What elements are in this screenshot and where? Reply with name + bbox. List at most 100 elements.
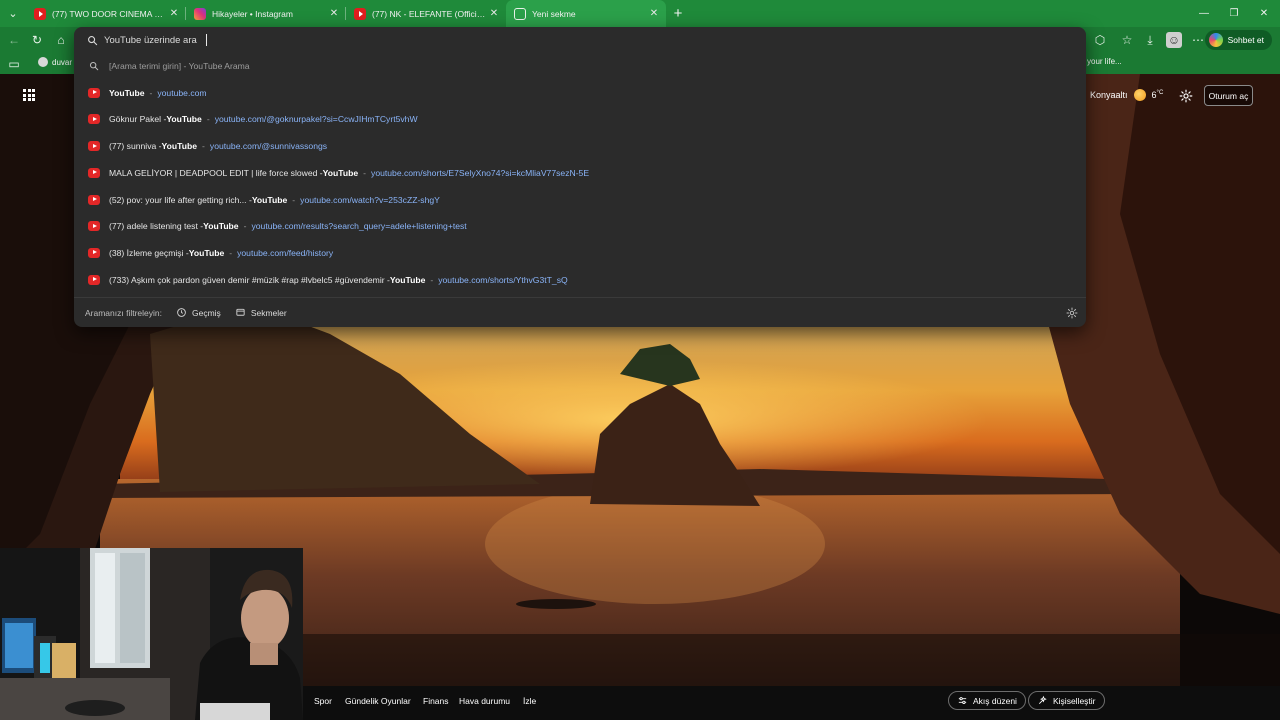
suggestion-text: YouTube (203, 221, 239, 232)
separator: - (430, 274, 434, 285)
site-favicon-icon (38, 57, 48, 67)
history-suggestion-row[interactable]: YouTube - youtube.com (74, 80, 1086, 106)
sign-in-button[interactable]: Oturum aç (1204, 85, 1253, 106)
favorite-label: your life... (1087, 57, 1122, 66)
search-icon (88, 35, 98, 45)
history-suggestion-row[interactable]: (77) sunniva - YouTube - youtube.com/@sunn… (74, 133, 1086, 159)
suggestion-text: (38) İzleme geçmişi - (109, 247, 189, 258)
settings-gear-icon[interactable] (1179, 89, 1193, 103)
maximize-button[interactable]: ❐ (1218, 0, 1250, 27)
new-tab-button[interactable]: + (666, 5, 690, 22)
suggestion-text: (77) adele listening test - (109, 221, 204, 232)
nav-casual-games[interactable]: Gündelik Oyunlar (345, 696, 411, 706)
youtube-icon (88, 87, 100, 98)
history-suggestion-row[interactable]: Göknur Pakel - YouTube - youtube.com/@gokn… (74, 106, 1086, 132)
suggestion-text: (52) pov: your life after getting rich..… (109, 194, 252, 205)
tab-close-button[interactable]: ✕ (648, 8, 660, 19)
favorite-item[interactable]: duvar (38, 57, 72, 67)
suggestion-url: youtube.com/results?search_query=adele+l… (251, 221, 467, 232)
filter-label: Aramanızı filtreleyin: (85, 307, 162, 318)
favorites-icon[interactable]: ☆ (1119, 32, 1135, 48)
suggestion-text: [Arama terimi girin] - YouTube Arama (109, 61, 250, 71)
sparkle-edit-icon (1038, 695, 1047, 705)
nav-weather[interactable]: Hava durumu (459, 696, 510, 706)
separator: - (229, 247, 233, 258)
suggestion-url: youtube.com/shorts/E7SelyXno74?si=kcMlia… (371, 167, 590, 178)
feed-layout-button[interactable]: Akış düzeni (948, 691, 1026, 710)
address-bar[interactable]: YouTube üzerinde ara (74, 27, 1086, 53)
instagram-icon (194, 7, 206, 20)
personalize-button[interactable]: Kişiselleştir (1028, 691, 1105, 710)
history-suggestion-row[interactable]: (77) adele listening test - YouTube - yout… (74, 213, 1086, 239)
back-icon[interactable]: ← (6, 32, 22, 48)
search-scope-label: YouTube üzerinde ara (104, 34, 197, 46)
suggestion-text: (733) Aşkım çok pardon güven demir #müzi… (109, 274, 390, 285)
suggestion-text: YouTube (166, 114, 202, 125)
close-window-button[interactable]: ✕ (1248, 0, 1280, 27)
suggestion-text: (77) sunniva - (109, 141, 162, 152)
history-suggestion-row[interactable]: (52) pov: your life after getting rich..… (74, 187, 1086, 213)
tab-close-button[interactable]: ✕ (168, 8, 180, 19)
filter-tabs-button[interactable]: Sekmeler (235, 307, 287, 318)
tab-close-button[interactable]: ✕ (488, 8, 500, 19)
new-tab-page-icon (514, 7, 526, 20)
youtube-icon (88, 141, 100, 152)
home-icon[interactable]: ⌂ (53, 32, 69, 48)
nav-watch[interactable]: İzle (523, 696, 536, 706)
chevron-down-icon: ⌄ (8, 8, 18, 20)
tab-actions-menu-button[interactable]: ⌄ (0, 0, 26, 27)
sliders-icon (958, 697, 967, 704)
separator: - (243, 221, 247, 232)
weather-temperature: 6°C (1151, 90, 1164, 100)
tab-instagram[interactable]: Hikayeler • Instagram ✕ (186, 0, 346, 27)
minimize-button[interactable]: — (1188, 0, 1220, 27)
apps-launcher-icon[interactable] (23, 89, 35, 101)
history-suggestion-row[interactable]: (38) İzleme geçmişi - YouTube - youtube.co… (74, 240, 1086, 266)
separator: - (202, 141, 205, 152)
favorite-label: duvar (52, 57, 73, 67)
history-suggestion-row[interactable]: MALA GELİYOR | DEADPOOL EDIT | life forc… (74, 160, 1086, 186)
downloads-icon[interactable]: ⤓ (1142, 32, 1158, 48)
youtube-icon (354, 7, 366, 20)
tab-two-door-cinema-club[interactable]: (77) TWO DOOR CINEMA CLUB | S ✕ (26, 0, 186, 27)
settings-gear-icon[interactable] (1066, 307, 1078, 319)
tab-nk-elefante[interactable]: (77) NK - ELEFANTE (Official Vide ✕ (346, 0, 506, 27)
extensions-icon[interactable]: ⬡ (1092, 32, 1108, 48)
chat-button[interactable]: Sohbet et (1204, 30, 1272, 50)
tab-title: Hikayeler • Instagram (212, 8, 293, 19)
youtube-icon (88, 221, 100, 232)
tab-strip: ⌄ (77) TWO DOOR CINEMA CLUB | S ✕ Hikaye… (0, 0, 1280, 27)
search-suggestion-row[interactable]: [Arama terimi girin] - YouTube Arama (74, 53, 1086, 79)
filter-history-label: Geçmiş (192, 307, 221, 318)
text-caret (205, 34, 207, 46)
history-icon (177, 308, 186, 317)
suggestion-text: Göknur Pakel - (109, 114, 167, 125)
tabs-icon (236, 308, 245, 316)
suggestion-url: youtube.com/shorts/YthvG3tT_sQ (438, 274, 568, 285)
suggestion-url: youtube.com/@goknurpakel?si=CcwJIHmTCyrt… (214, 114, 418, 125)
profile-avatar-icon[interactable]: ☺ (1166, 32, 1182, 48)
weather-widget[interactable]: Konyaaltı 6°C (1090, 89, 1163, 101)
favorites-bar-icon[interactable]: ▭ (6, 56, 22, 72)
nav-finance[interactable]: Finans (423, 696, 449, 706)
separator: - (292, 194, 296, 205)
separator: - (149, 87, 153, 98)
suggestion-text: MALA GELİYOR | DEADPOOL EDIT | life forc… (109, 167, 323, 178)
favorite-item[interactable]: your life... (1087, 57, 1122, 66)
suggestion-text: YouTube (251, 194, 288, 205)
filter-history-button[interactable]: Geçmiş (176, 307, 221, 318)
nav-sports[interactable]: Spor (314, 696, 332, 706)
history-suggestion-row[interactable]: (733) Aşkım çok pardon güven demir #müzi… (74, 267, 1086, 293)
webcam-overlay (0, 548, 303, 720)
suggestion-text: YouTube (109, 87, 145, 98)
more-options-icon[interactable]: ⋯ (1190, 32, 1206, 48)
suggestion-text: YouTube (389, 274, 426, 285)
separator: - (363, 167, 367, 178)
streamer-webcam-image (0, 548, 303, 720)
youtube-icon (88, 194, 100, 205)
suggestion-text: YouTube (161, 141, 198, 152)
tab-title: (77) NK - ELEFANTE (Official Vide (372, 8, 488, 19)
tab-close-button[interactable]: ✕ (328, 8, 340, 19)
tab-new-tab[interactable]: Yeni sekme ✕ (506, 0, 666, 27)
refresh-icon[interactable]: ↻ (29, 32, 45, 48)
